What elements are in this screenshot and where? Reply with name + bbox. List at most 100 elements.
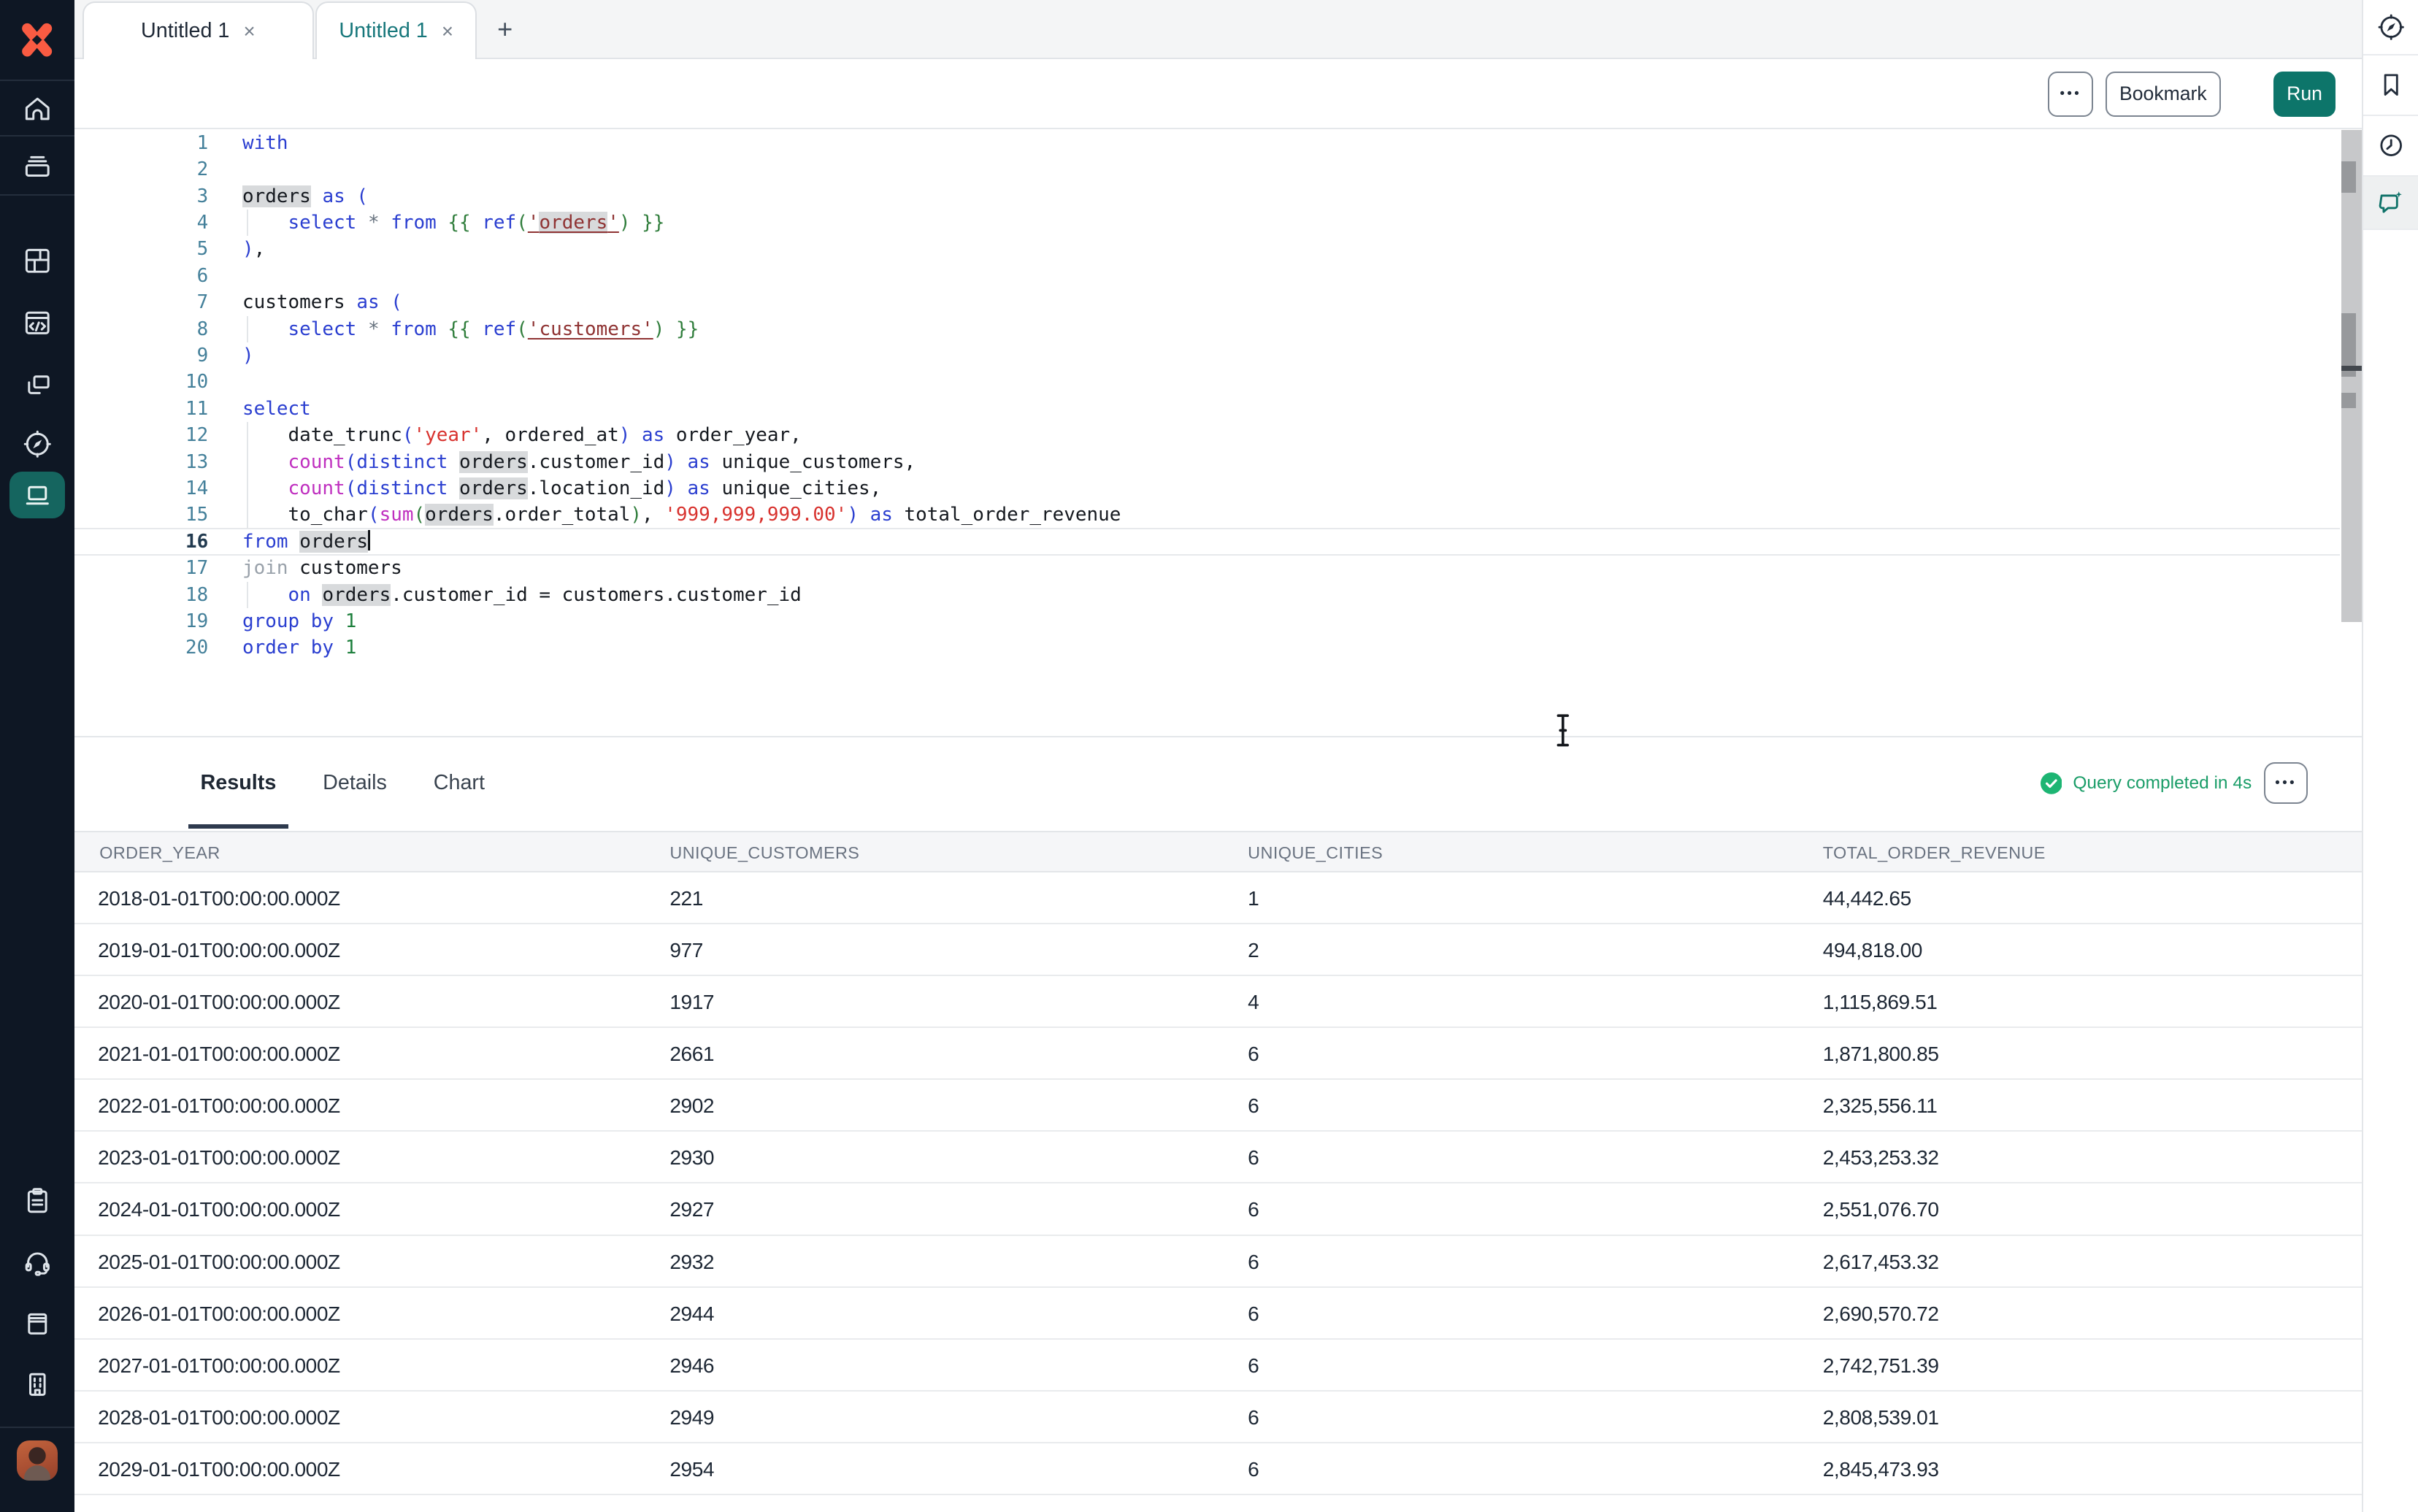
code-line[interactable]: with bbox=[74, 130, 2284, 156]
tab-results[interactable]: Results bbox=[188, 737, 289, 829]
table-cell: 4 bbox=[1248, 976, 1259, 1028]
code-line[interactable]: select * from {{ ref('orders') }} bbox=[74, 210, 2284, 236]
sidebar-item-home[interactable] bbox=[0, 82, 74, 135]
compass-icon bbox=[22, 429, 53, 460]
sidebar-item-apps[interactable] bbox=[0, 234, 74, 287]
cursor-marker bbox=[2341, 366, 2363, 371]
bookmark-icon bbox=[2376, 70, 2406, 99]
run-button[interactable]: Run bbox=[2273, 72, 2336, 117]
table-cell: 2023-01-01T00:00:00.000Z bbox=[98, 1132, 340, 1183]
table-cell: 6 bbox=[1248, 1288, 1259, 1340]
tab-details[interactable]: Details bbox=[310, 737, 399, 829]
table-cell: 1,871,800.85 bbox=[1823, 1028, 1939, 1080]
code-line[interactable]: to_char(sum(orders.order_total), '999,99… bbox=[74, 502, 2284, 528]
column-header[interactable]: ORDER_YEAR bbox=[99, 832, 220, 874]
panel-bookmarks[interactable] bbox=[2363, 55, 2418, 116]
column-header[interactable]: TOTAL_ORDER_REVENUE bbox=[1823, 832, 2046, 874]
close-icon[interactable]: × bbox=[244, 20, 256, 43]
code-line[interactable]: select bbox=[74, 396, 2284, 422]
panel-history[interactable] bbox=[2363, 116, 2418, 177]
sidebar-item-explore[interactable] bbox=[0, 418, 74, 470]
tab-label: Untitled 1 bbox=[141, 19, 229, 43]
code-line[interactable] bbox=[74, 369, 2284, 395]
code-line[interactable]: ) bbox=[74, 342, 2284, 369]
code-line[interactable]: join customers bbox=[74, 555, 2284, 581]
table-row[interactable]: 2021-01-01T00:00:00.000Z266161,871,800.8… bbox=[74, 1028, 2362, 1080]
sidebar-item-organization[interactable] bbox=[0, 1358, 74, 1411]
column-header[interactable]: UNIQUE_CUSTOMERS bbox=[669, 832, 859, 874]
close-icon[interactable]: × bbox=[442, 20, 453, 43]
table-cell: 6 bbox=[1248, 1340, 1259, 1392]
table-row[interactable]: 2027-01-01T00:00:00.000Z294662,742,751.3… bbox=[74, 1340, 2362, 1392]
code-line[interactable]: ), bbox=[74, 236, 2284, 262]
table-cell: 2022-01-01T00:00:00.000Z bbox=[98, 1080, 340, 1132]
grid-icon bbox=[22, 245, 53, 277]
sidebar-item-changelog[interactable] bbox=[0, 1175, 74, 1227]
code-line[interactable]: orders as ( bbox=[74, 183, 2284, 210]
bookmark-button[interactable]: Bookmark bbox=[2106, 72, 2221, 117]
code-line[interactable]: from orders bbox=[74, 529, 2284, 555]
sidebar-item-notebook[interactable] bbox=[0, 470, 74, 520]
user-avatar[interactable] bbox=[17, 1440, 57, 1481]
project-tab-1[interactable]: Untitled 1 × bbox=[82, 1, 314, 59]
table-row[interactable]: 2025-01-01T00:00:00.000Z293262,617,453.3… bbox=[74, 1236, 2362, 1288]
code-line[interactable] bbox=[74, 156, 2284, 183]
project-tab-2[interactable]: Untitled 1 × bbox=[315, 1, 477, 59]
cell-more-button[interactable]: ••• bbox=[2048, 72, 2093, 117]
code-line[interactable]: select * from {{ ref('customers') }} bbox=[74, 316, 2284, 342]
table-cell: 977 bbox=[669, 924, 703, 976]
editor-scrollbar[interactable] bbox=[2341, 130, 2363, 622]
sql-editor[interactable]: 1234567891011121314151617181920 withorde… bbox=[74, 129, 2362, 735]
table-row[interactable]: 2022-01-01T00:00:00.000Z290262,325,556.1… bbox=[74, 1080, 2362, 1132]
table-row[interactable]: 2028-01-01T00:00:00.000Z294962,808,539.0… bbox=[74, 1392, 2362, 1443]
table-cell: 6 bbox=[1248, 1183, 1259, 1235]
table-row[interactable]: 2024-01-01T00:00:00.000Z292762,551,076.7… bbox=[74, 1183, 2362, 1235]
tab-label: Details bbox=[323, 771, 387, 795]
table-row[interactable]: 2029-01-01T00:00:00.000Z295462,845,473.9… bbox=[74, 1443, 2362, 1495]
panel-compass[interactable] bbox=[2363, 0, 2418, 55]
table-cell: 2930 bbox=[669, 1132, 714, 1183]
code-lines: with orders as ( select * from {{ ref('or… bbox=[74, 130, 2284, 661]
table-cell: 2028-01-01T00:00:00.000Z bbox=[98, 1392, 340, 1443]
sidebar-item-screens[interactable] bbox=[0, 358, 74, 411]
column-header[interactable]: UNIQUE_CITIES bbox=[1248, 832, 1383, 874]
table-row[interactable]: 2019-01-01T00:00:00.000Z9772494,818.00 bbox=[74, 924, 2362, 976]
table-cell: 6 bbox=[1248, 1132, 1259, 1183]
table-cell: 1917 bbox=[669, 976, 714, 1028]
table-cell: 1,115,869.51 bbox=[1823, 976, 1938, 1028]
code-line[interactable]: count(distinct orders.customer_id) as un… bbox=[74, 449, 2284, 475]
left-sidebar bbox=[0, 0, 74, 1512]
sidebar-item-projects[interactable] bbox=[0, 140, 74, 193]
hex-logo[interactable] bbox=[0, 0, 74, 81]
code-line[interactable]: customers as ( bbox=[74, 289, 2284, 315]
drawer-icon bbox=[22, 150, 53, 182]
code-line[interactable]: on orders.customer_id = customers.custom… bbox=[74, 582, 2284, 608]
windows-icon bbox=[22, 369, 53, 401]
table-row[interactable]: 2020-01-01T00:00:00.000Z191741,115,869.5… bbox=[74, 976, 2362, 1028]
table-cell: 44,442.65 bbox=[1823, 872, 1911, 924]
table-row[interactable]: 2023-01-01T00:00:00.000Z293062,453,253.3… bbox=[74, 1132, 2362, 1183]
table-cell: 6 bbox=[1248, 1443, 1259, 1495]
code-line[interactable]: date_trunc('year', ordered_at) as order_… bbox=[74, 422, 2284, 448]
sidebar-item-code[interactable] bbox=[0, 296, 74, 349]
new-tab-button[interactable]: + bbox=[488, 0, 522, 59]
table-cell: 2661 bbox=[669, 1028, 714, 1080]
panel-ai-chat[interactable] bbox=[2363, 177, 2418, 230]
code-line[interactable] bbox=[74, 263, 2284, 289]
code-line[interactable]: group by 1 bbox=[74, 608, 2284, 634]
table-cell: 2879 bbox=[669, 1495, 714, 1512]
sidebar-item-docs[interactable] bbox=[0, 1297, 74, 1349]
code-line[interactable]: order by 1 bbox=[74, 634, 2284, 661]
table-row[interactable]: 2018-01-01T00:00:00.000Z221144,442.65 bbox=[74, 872, 2362, 924]
table-cell: 221 bbox=[669, 872, 703, 924]
table-cell: 6 bbox=[1248, 1495, 1259, 1512]
mouse-ibeam-cursor bbox=[1554, 713, 1573, 753]
sidebar-item-support[interactable] bbox=[0, 1236, 74, 1289]
tab-chart[interactable]: Chart bbox=[421, 737, 497, 829]
results-more-button[interactable]: ••• bbox=[2264, 762, 2308, 804]
code-line[interactable]: count(distinct orders.location_id) as un… bbox=[74, 475, 2284, 502]
table-header: ORDER_YEAR UNIQUE_CUSTOMERS UNIQUE_CITIE… bbox=[74, 831, 2362, 872]
table-row[interactable]: 2030-01-01T00:00:00.000Z287961,841,049.3… bbox=[74, 1495, 2362, 1512]
table-cell: 2027-01-01T00:00:00.000Z bbox=[98, 1340, 340, 1392]
table-row[interactable]: 2026-01-01T00:00:00.000Z294462,690,570.7… bbox=[74, 1288, 2362, 1340]
